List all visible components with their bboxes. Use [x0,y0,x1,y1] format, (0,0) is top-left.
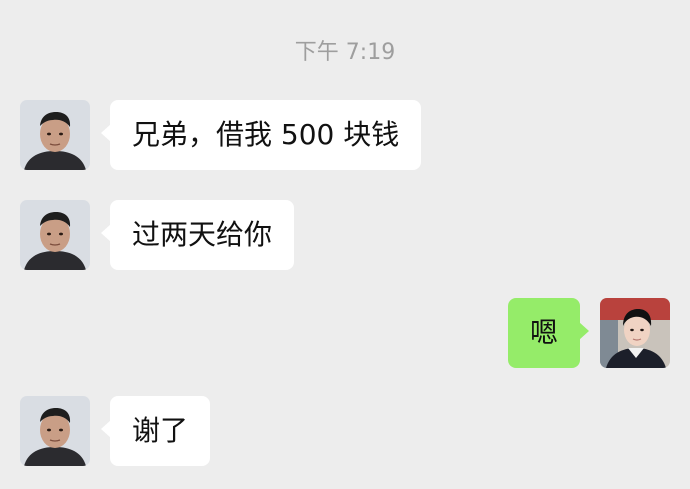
message-bubble[interactable]: 过两天给你 [100,200,295,270]
contact-avatar[interactable] [20,100,90,170]
contact-avatar[interactable] [20,396,90,466]
message-bubble[interactable]: 嗯 [507,298,590,368]
message-bubble[interactable]: 兄弟，借我 500 块钱 [100,100,422,170]
self-avatar[interactable] [600,298,670,368]
self-avatar-image [600,298,670,368]
contact-avatar-image [20,396,90,466]
contact-avatar-image [20,200,90,270]
contact-avatar-image [20,100,90,170]
chat-view: 下午 7:19 兄弟，借我 500 块钱 过两天给你 嗯 谢了 [0,0,690,489]
contact-avatar[interactable] [20,200,90,270]
message-bubble[interactable]: 谢了 [100,396,211,466]
message-timestamp: 下午 7:19 [294,40,396,65]
